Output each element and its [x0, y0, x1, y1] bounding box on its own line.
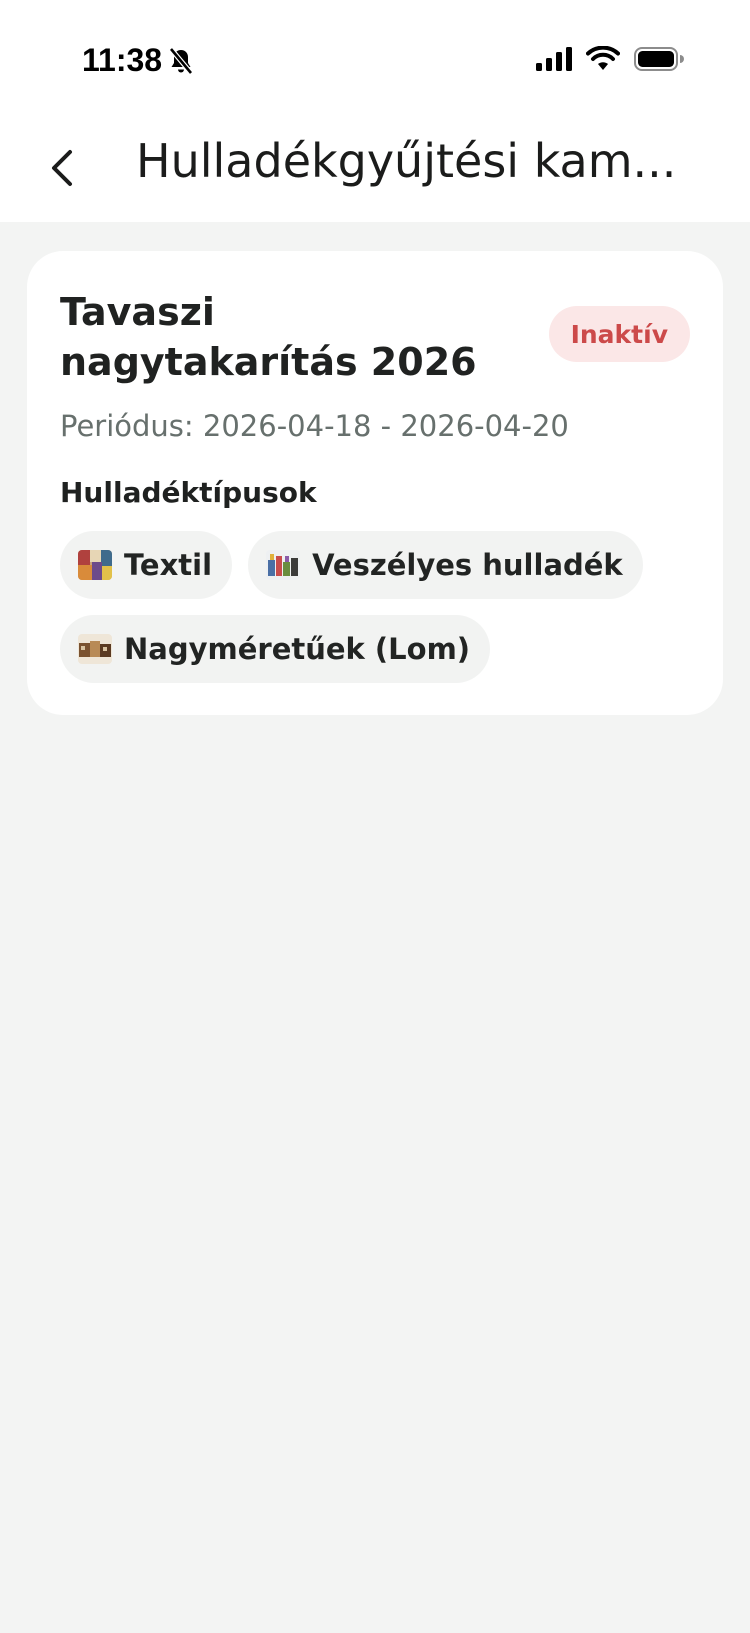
waste-type-label: Nagyméretűek (Lom) [124, 632, 471, 666]
campaign-card[interactable]: Tavaszi nagytakarítás 2026 Inaktív Perió… [27, 251, 723, 715]
wifi-icon [586, 46, 620, 70]
cellular-signal-icon [536, 47, 572, 71]
waste-types-heading: Hulladéktípusok [60, 476, 317, 509]
status-icons [536, 46, 684, 72]
waste-type-label: Veszélyes hulladék [312, 548, 623, 582]
waste-type-chip-textile: Textil [60, 531, 233, 599]
bulky-waste-image-icon [78, 634, 112, 664]
bell-slash-icon [169, 46, 193, 75]
status-badge: Inaktív [548, 306, 690, 362]
waste-type-chip-hazardous: Veszélyes hulladék [248, 531, 643, 599]
waste-type-list: Textil Veszélyes hulladék Nagyméretűek (… [60, 531, 700, 683]
hazardous-waste-image-icon [266, 550, 301, 580]
waste-type-label: Textil [124, 548, 213, 582]
textile-image-icon [78, 550, 112, 580]
battery-icon [634, 47, 684, 71]
campaign-title: Tavaszi nagytakarítás 2026 [60, 290, 477, 384]
back-button[interactable] [34, 140, 90, 196]
chevron-left-icon [52, 150, 72, 186]
status-time: 11:38 [82, 42, 194, 79]
status-bar: 11:38 [0, 0, 750, 120]
waste-type-chip-bulky: Nagyméretűek (Lom) [60, 615, 491, 683]
page-title: Hulladékgyűjtési kam... [136, 134, 677, 188]
campaign-period: Periódus: 2026-04-18 - 2026-04-20 [60, 409, 569, 443]
status-time-text: 11:38 [82, 42, 163, 78]
navigation-header: Hulladékgyűjtési kam... [0, 120, 750, 222]
